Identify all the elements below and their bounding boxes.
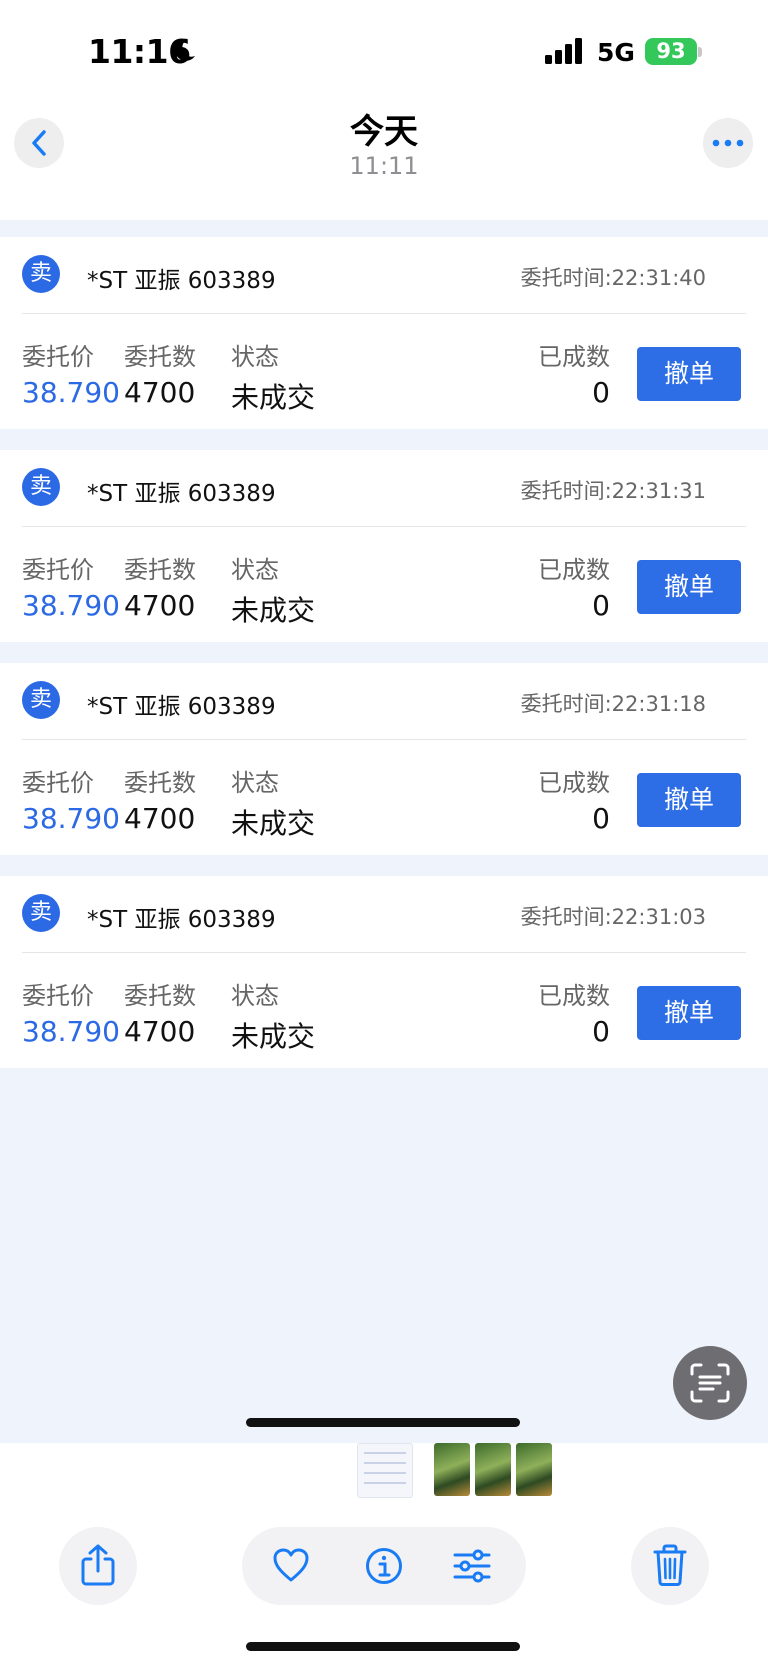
info-button[interactable] xyxy=(365,1547,403,1585)
thumbnail-photo[interactable] xyxy=(434,1443,470,1496)
filled-label: 已成数 xyxy=(538,556,610,584)
status-bar: 11:16 5G 93 xyxy=(0,0,768,100)
thumbnail-photo[interactable] xyxy=(475,1443,511,1496)
filled-label: 已成数 xyxy=(538,982,610,1010)
heart-icon xyxy=(273,1548,309,1582)
order-price: 38.790 xyxy=(22,589,120,622)
quantity-label: 委托数 xyxy=(124,769,196,797)
price-label: 委托价 xyxy=(22,556,94,584)
stock-name: *ST 亚振 603389 xyxy=(87,694,276,720)
filled-quantity: 0 xyxy=(592,589,610,622)
order-status: 未成交 xyxy=(231,381,316,414)
filled-label: 已成数 xyxy=(538,343,610,371)
ellipsis-icon xyxy=(712,139,744,147)
page-subtitle: 11:11 xyxy=(349,152,419,180)
price-label: 委托价 xyxy=(22,769,94,797)
battery-tip xyxy=(698,47,702,57)
divider xyxy=(22,739,746,740)
divider xyxy=(22,952,746,953)
share-button[interactable] xyxy=(59,1527,137,1605)
share-icon xyxy=(81,1544,115,1586)
stock-name: *ST 亚振 603389 xyxy=(87,907,276,933)
actions-group xyxy=(242,1527,526,1605)
network-type: 5G xyxy=(597,38,635,67)
order-status: 未成交 xyxy=(231,807,316,840)
trash-icon xyxy=(653,1544,687,1586)
sliders-icon xyxy=(453,1549,491,1583)
adjust-button[interactable] xyxy=(452,1547,492,1585)
live-text-button[interactable] xyxy=(673,1346,747,1420)
page-title: 今天 xyxy=(350,112,418,152)
stock-name: *ST 亚振 603389 xyxy=(87,268,276,294)
order-time: 委托时间:22:31:18 xyxy=(520,692,706,716)
photo-content: 卖 *ST 亚振 603389 委托时间:22:31:40 委托价 委托数 状态… xyxy=(0,220,768,1443)
thumbnail-photo[interactable] xyxy=(516,1443,552,1496)
price-label: 委托价 xyxy=(22,982,94,1010)
order-status: 未成交 xyxy=(231,1020,316,1053)
order-card: 卖 *ST 亚振 603389 委托时间:22:31:40 委托价 委托数 状态… xyxy=(0,237,768,429)
status-label: 状态 xyxy=(231,769,279,797)
order-status: 未成交 xyxy=(231,594,316,627)
battery-indicator: 93 xyxy=(645,38,697,65)
sell-badge: 卖 xyxy=(22,681,60,719)
cancel-order-button[interactable]: 撤单 xyxy=(637,986,741,1040)
home-indicator[interactable] xyxy=(246,1642,520,1651)
live-text-scan-icon xyxy=(690,1363,730,1403)
sell-badge: 卖 xyxy=(22,255,60,293)
moon-icon xyxy=(174,38,195,61)
cancel-order-button[interactable]: 撤单 xyxy=(637,560,741,614)
sell-badge: 卖 xyxy=(22,468,60,506)
order-card: 卖 *ST 亚振 603389 委托时间:22:31:03 委托价 委托数 状态… xyxy=(0,876,768,1068)
order-time: 委托时间:22:31:40 xyxy=(520,266,706,290)
quantity-label: 委托数 xyxy=(124,556,196,584)
delete-button[interactable] xyxy=(631,1527,709,1605)
favorite-button[interactable] xyxy=(272,1547,310,1585)
order-quantity: 4700 xyxy=(124,589,196,622)
status-label: 状态 xyxy=(231,343,279,371)
divider xyxy=(22,526,746,527)
quantity-label: 委托数 xyxy=(124,982,196,1010)
order-price: 38.790 xyxy=(22,376,120,409)
price-label: 委托价 xyxy=(22,343,94,371)
battery-level: 93 xyxy=(656,39,686,63)
quantity-label: 委托数 xyxy=(124,343,196,371)
order-quantity: 4700 xyxy=(124,1015,196,1048)
thumbnail-current[interactable] xyxy=(357,1443,413,1498)
filled-quantity: 0 xyxy=(592,376,610,409)
info-icon xyxy=(366,1548,402,1584)
order-quantity: 4700 xyxy=(124,376,196,409)
cellular-signal-icon xyxy=(545,38,582,64)
status-label: 状态 xyxy=(231,556,279,584)
order-time: 委托时间:22:31:31 xyxy=(520,479,706,503)
more-button[interactable] xyxy=(703,118,753,168)
order-time: 委托时间:22:31:03 xyxy=(520,905,706,929)
order-price: 38.790 xyxy=(22,1015,120,1048)
cancel-order-button[interactable]: 撤单 xyxy=(637,347,741,401)
cancel-order-button[interactable]: 撤单 xyxy=(637,773,741,827)
order-quantity: 4700 xyxy=(124,802,196,835)
stock-name: *ST 亚振 603389 xyxy=(87,481,276,507)
filled-label: 已成数 xyxy=(538,769,610,797)
order-card: 卖 *ST 亚振 603389 委托时间:22:31:18 委托价 委托数 状态… xyxy=(0,663,768,855)
divider xyxy=(22,313,746,314)
status-label: 状态 xyxy=(231,982,279,1010)
filled-quantity: 0 xyxy=(592,802,610,835)
sell-badge: 卖 xyxy=(22,894,60,932)
filled-quantity: 0 xyxy=(592,1015,610,1048)
order-price: 38.790 xyxy=(22,802,120,835)
photo-home-indicator xyxy=(246,1418,520,1427)
order-card: 卖 *ST 亚振 603389 委托时间:22:31:31 委托价 委托数 状态… xyxy=(0,450,768,642)
